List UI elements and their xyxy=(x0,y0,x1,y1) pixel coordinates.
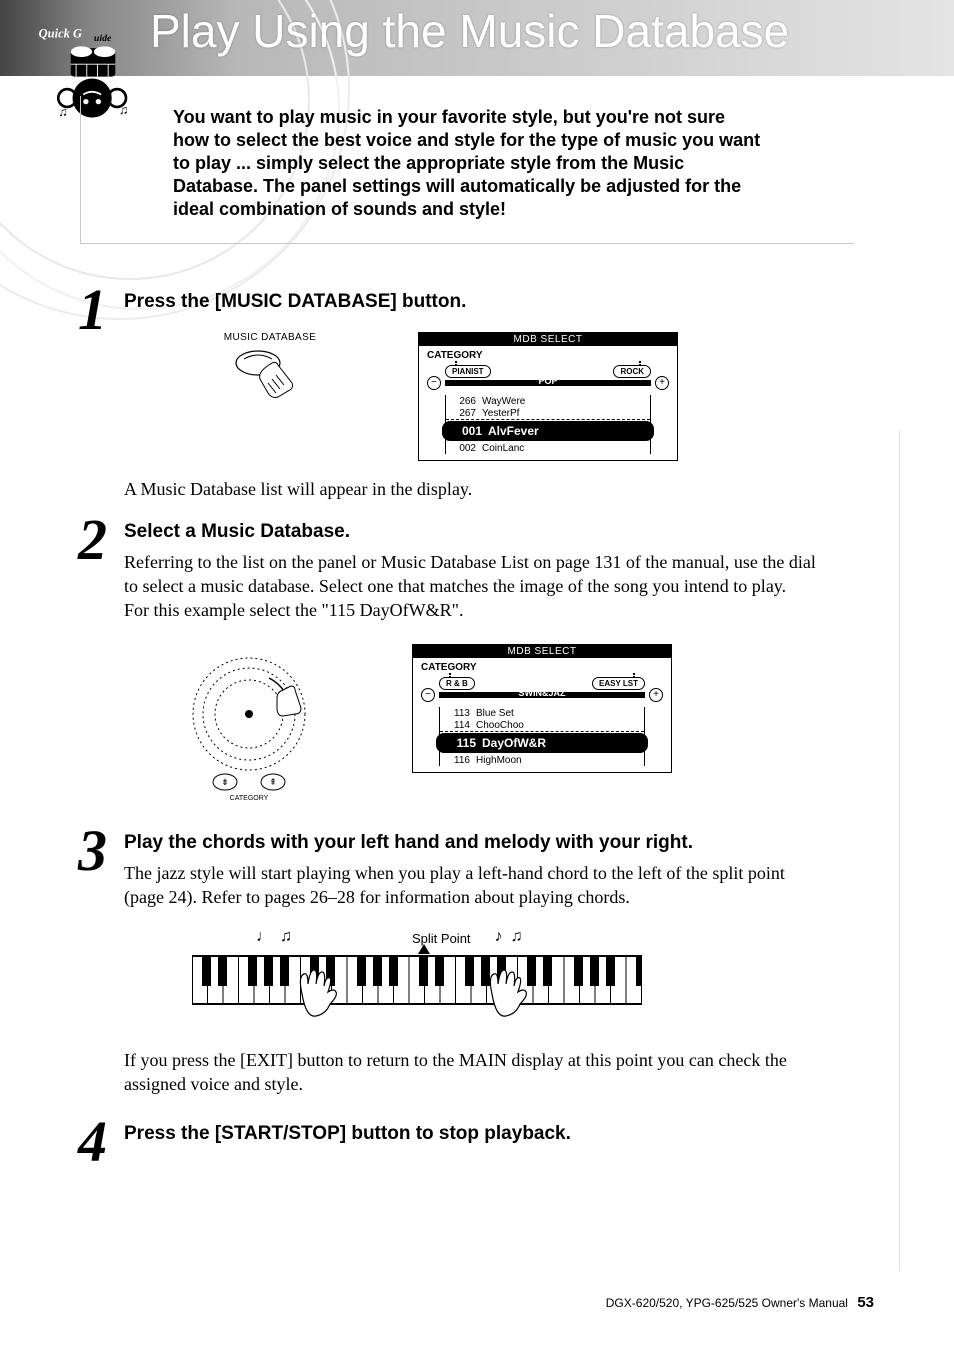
svg-text:⇟: ⇟ xyxy=(221,777,229,787)
dial-category-label: CATEGORY xyxy=(230,795,269,802)
category-slider: PIANIST ROCK POP − + xyxy=(427,363,669,389)
list-name: HighMoon xyxy=(476,755,522,766)
split-point-label: Split Point xyxy=(412,931,471,946)
category-prev-tab: R & B xyxy=(439,677,475,690)
lcd-category-label: CATEGORY xyxy=(427,350,669,361)
dial-figure: ⇟ ⇞ CATEGORY xyxy=(154,644,354,809)
minus-knob-icon: − xyxy=(421,688,435,702)
step-caption: A Music Database list will appear in the… xyxy=(124,479,816,500)
category-current: POP xyxy=(538,376,557,386)
step-1: 1 Press the [MUSIC DATABASE] button. MUS… xyxy=(78,290,816,500)
lcd-screen-2: MDB SELECT CATEGORY R & B EASY LST SWIN&… xyxy=(412,644,672,773)
svg-text:uide: uide xyxy=(94,33,112,44)
list-num: 002 xyxy=(450,443,476,454)
list-name: CoinLanc xyxy=(482,443,524,454)
list-name: DayOfW&R xyxy=(482,736,546,750)
page-edge-line xyxy=(899,430,900,1271)
list-num: 267 xyxy=(450,408,476,419)
category-next-tab: EASY LST xyxy=(592,677,645,690)
lcd-list: 266 WayWere 267 YesterPf 001 AlvFever 002 Co… xyxy=(445,395,651,454)
button-label: MUSIC DATABASE xyxy=(180,332,360,343)
step-2: 2 Select a Music Database. Referring to … xyxy=(78,520,816,810)
list-selected-row: 001 AlvFever xyxy=(442,421,654,441)
list-num: 266 xyxy=(450,396,476,407)
step-number: 3 xyxy=(78,817,107,884)
plus-knob-icon: + xyxy=(655,376,669,390)
step-number: 4 xyxy=(78,1108,107,1175)
manual-name: DGX-620/520, YPG-625/525 Owner's Manual xyxy=(606,1296,848,1310)
list-num: 113 xyxy=(444,708,470,719)
step-number: 2 xyxy=(78,506,107,573)
step-3: 3 Play the chords with your left hand an… xyxy=(78,831,816,1096)
list-num: 115 xyxy=(446,736,476,750)
page-footer: DGX-620/520, YPG-625/525 Owner's Manual … xyxy=(606,1294,874,1311)
svg-text:Quick G: Quick G xyxy=(39,26,82,40)
notes-right-icon: ♪ ♫ xyxy=(471,928,611,946)
category-next-tab: ROCK xyxy=(613,365,651,378)
page-header: Quick G uide ♫ ♫ Play Using the Music Da… xyxy=(0,0,954,260)
step-heading: Play the chords with your left hand and … xyxy=(124,831,816,855)
lcd-title: MDB SELECT xyxy=(419,333,677,346)
page-number: 53 xyxy=(857,1294,874,1311)
step-heading: Press the [MUSIC DATABASE] button. xyxy=(124,290,816,314)
list-selected-row: 115 DayOfW&R xyxy=(436,733,648,753)
intro-text: You want to play music in your favorite … xyxy=(80,96,854,244)
lcd-screen-1: MDB SELECT CATEGORY PIANIST ROCK POP − +… xyxy=(418,332,678,461)
category-current: SWIN&JAZ xyxy=(519,688,566,698)
step-heading: Press the [START/STOP] button to stop pl… xyxy=(124,1122,816,1146)
step-body: Referring to the list on the panel or Mu… xyxy=(124,550,816,623)
notes-left-icon: ♩ ♫ xyxy=(212,928,412,946)
minus-knob-icon: − xyxy=(427,376,441,390)
step-4: 4 Press the [START/STOP] button to stop … xyxy=(78,1122,816,1146)
list-name: ChooChoo xyxy=(476,720,524,731)
lcd-title: MDB SELECT xyxy=(413,645,671,658)
list-name: YesterPf xyxy=(482,408,519,419)
step-body: The jazz style will start playing when y… xyxy=(124,861,816,910)
list-name: WayWere xyxy=(482,396,525,407)
lcd-category-label: CATEGORY xyxy=(421,662,663,673)
keyboard-figure: ♩ ♫ Split Point ♪ ♫ xyxy=(192,928,816,1034)
category-prev-tab: PIANIST xyxy=(445,365,491,378)
list-num: 116 xyxy=(444,755,470,766)
step-heading: Select a Music Database. xyxy=(124,520,816,544)
category-slider: R & B EASY LST SWIN&JAZ − + xyxy=(421,675,663,701)
svg-text:♫: ♫ xyxy=(58,105,67,119)
music-database-button-figure: MUSIC DATABASE xyxy=(180,332,360,415)
lcd-list: 113 Blue Set 114 ChooChoo 115 DayOfW&R 116 H… xyxy=(439,707,645,766)
list-num: 114 xyxy=(444,720,470,731)
list-num: 001 xyxy=(452,424,482,438)
svg-text:⇞: ⇞ xyxy=(269,777,277,787)
list-name: AlvFever xyxy=(488,424,539,438)
plus-knob-icon: + xyxy=(649,688,663,702)
step-number: 1 xyxy=(78,276,107,343)
list-name: Blue Set xyxy=(476,708,514,719)
step-after-text: If you press the [EXIT] button to return… xyxy=(124,1048,816,1097)
page-title: Play Using the Music Database xyxy=(150,4,789,58)
